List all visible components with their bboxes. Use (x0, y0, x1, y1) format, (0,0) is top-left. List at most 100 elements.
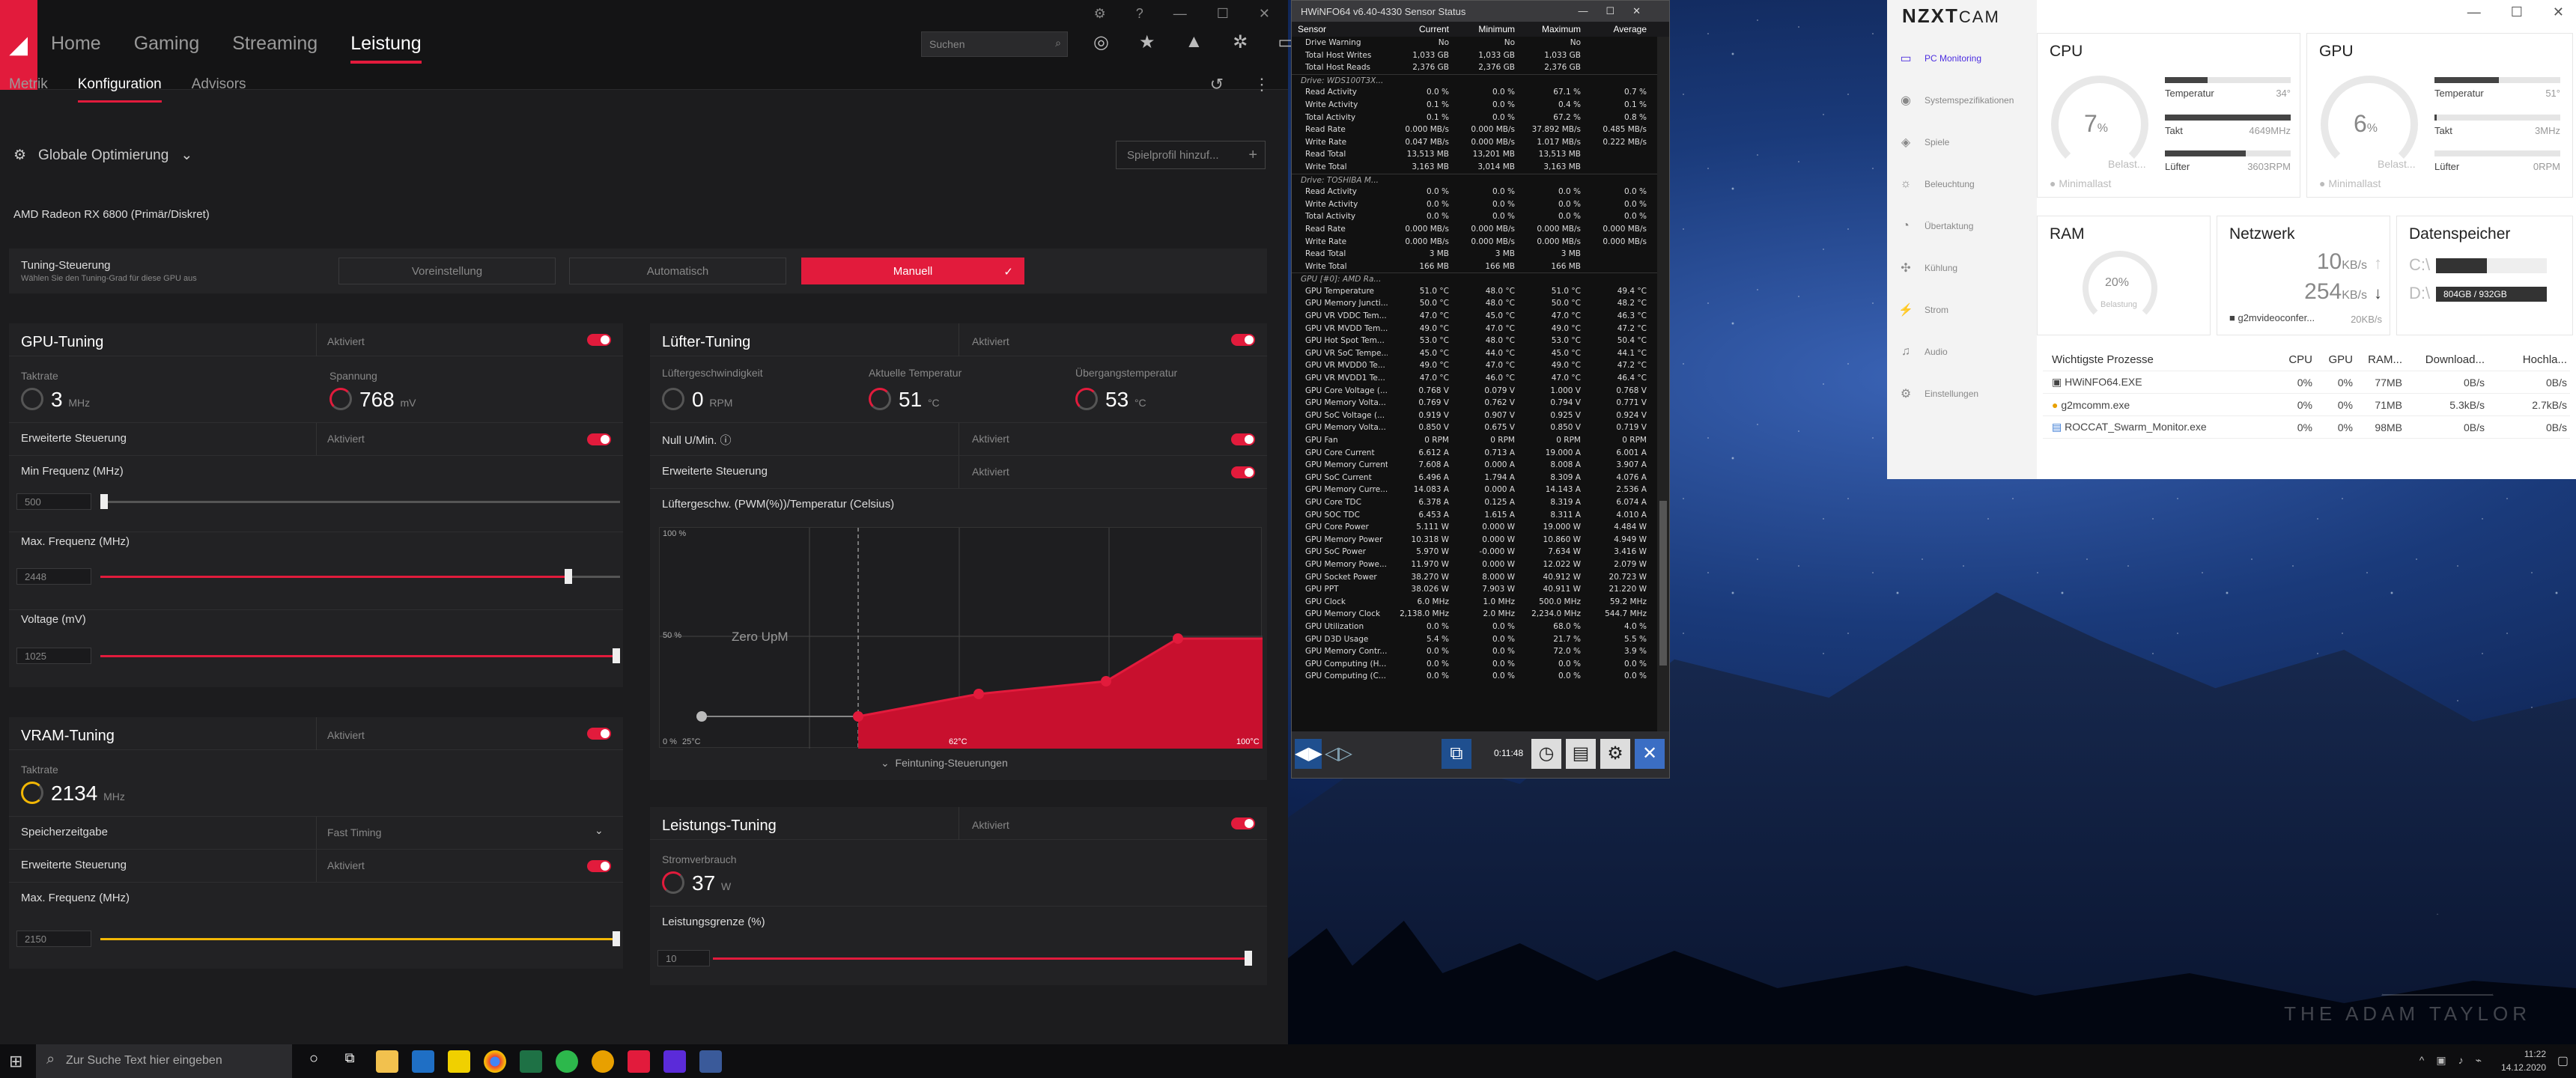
cpu-card[interactable]: CPU 7% Belast... ● Minimallast Temperatu… (2037, 33, 2300, 198)
slider-thumb[interactable] (613, 931, 620, 946)
hwinfo-sensor-row[interactable]: Read Rate 0.000 MB/s 0.000 MB/s 37.892 MB/s… (1292, 124, 1657, 136)
task-view-icon[interactable]: ⧉ (338, 1050, 361, 1073)
hwinfo-sensor-row[interactable]: GPU Core Current 6.612 A 0.713 A 19.000 A 6.… (1292, 447, 1657, 460)
hwinfo-sensor-row[interactable]: GPU PPT 38.026 W 7.903 W 40.911 W 21.220 W (1292, 583, 1657, 596)
hwinfo-taskbar-icon[interactable] (699, 1050, 722, 1073)
excel-icon[interactable] (520, 1050, 542, 1073)
outlook-icon[interactable] (412, 1050, 434, 1073)
reset-icon[interactable]: ↺ (1210, 75, 1224, 94)
voltage-slider[interactable] (100, 648, 620, 663)
hwinfo-sensor-row[interactable]: Read Total 3 MB 3 MB 3 MB (1292, 248, 1657, 261)
hwinfo-sensor-row[interactable]: GPU VR MVDD Tem... 49.0 °C 47.0 °C 49.0 °C 4… (1292, 323, 1657, 335)
hwinfo-sensor-row[interactable]: GPU Hot Spot Tem... 53.0 °C 48.0 °C 53.0 °C… (1292, 335, 1657, 347)
speicher-select[interactable]: Fast Timing (327, 826, 381, 838)
windows-start-icon[interactable]: ⊞ (9, 1052, 22, 1071)
col-maximum[interactable]: Maximum (1519, 24, 1585, 37)
hwinfo-group-row[interactable]: GPU [#0]: AMD Ra... (1292, 272, 1657, 285)
col-sensor[interactable]: Sensor (1292, 24, 1388, 37)
hwinfo-sensor-row[interactable]: GPU VR MVDD0 Te... 49.0 °C 47.0 °C 49.0 °C 4… (1292, 359, 1657, 372)
proc-col-download[interactable]: Download... (2402, 353, 2485, 366)
gotomeeting-icon[interactable] (592, 1050, 614, 1073)
fan-toggle[interactable] (1231, 334, 1255, 346)
netzwerk-card[interactable]: Netzwerk 10KB/s ↑ 254KB/s ↓ ■ g2mvideoco… (2217, 216, 2390, 335)
feintuning-toggle[interactable]: ⌄ Feintuning-Steuerungen (881, 757, 1008, 770)
nav-spiele[interactable]: ◈ Spiele (1898, 121, 2014, 163)
curve-point-4[interactable] (1173, 633, 1183, 644)
hwinfo-sensor-row[interactable]: Total Activity 0.1 % 0.0 % 67.2 % 0.8 % (1292, 112, 1657, 124)
proc-col-gpu[interactable]: GPU (2312, 353, 2353, 366)
hwinfo-window-controls[interactable]: —☐✕ (1578, 5, 1659, 17)
notification-icon[interactable]: ▢ (2557, 1053, 2569, 1068)
table-row[interactable]: ▤ ROCCAT_Swarm_Monitor.exe 0% 0% 98MB 0B… (2043, 416, 2570, 439)
tuning-automatisch-button[interactable]: Automatisch (569, 258, 786, 284)
hwinfo-sensor-row[interactable]: Write Rate 0.047 MB/s 0.000 MB/s 1.017 MB/s… (1292, 136, 1657, 149)
max-freq-slider[interactable] (100, 569, 620, 584)
report-icon[interactable]: ▤ (1566, 739, 1596, 769)
nav-beleuchtung[interactable]: ☼ Beleuchtung (1898, 163, 2014, 205)
null-toggle[interactable] (1231, 433, 1255, 445)
hwinfo-sensor-row[interactable]: GPU VR MVDD1 Te... 47.0 °C 46.0 °C 47.0 °C 4… (1292, 372, 1657, 385)
nav-audio[interactable]: ♫ Audio (1898, 331, 2014, 373)
col-current[interactable]: Current (1388, 24, 1453, 37)
proc-col-cpu[interactable]: CPU (2272, 353, 2312, 366)
proc-col-ram[interactable]: RAM... (2353, 353, 2402, 366)
hwinfo-sensor-row[interactable]: GPU SoC Power 5.970 W -0.000 W 7.634 W 3.416… (1292, 546, 1657, 558)
grenze-input[interactable]: 10 (657, 950, 710, 966)
hwinfo-group-row[interactable]: Drive: WDS100T3X... (1292, 73, 1657, 87)
hwinfo-sensor-row[interactable]: Read Activity 0.0 % 0.0 % 0.0 % 0.0 % (1292, 186, 1657, 198)
hwinfo-sensor-row[interactable]: Read Activity 0.0 % 0.0 % 67.1 % 0.7 % (1292, 86, 1657, 99)
globe-icon[interactable]: ◎ (1093, 31, 1109, 53)
settings-icon[interactable]: ⚙ (1600, 739, 1630, 769)
info-icon[interactable]: ⓘ (720, 434, 732, 447)
slider-thumb[interactable] (565, 569, 572, 584)
hwinfo-sensor-row[interactable]: GPU Memory Power 10.318 W 0.000 W 10.860 W 4… (1292, 534, 1657, 546)
hwinfo-group-row[interactable]: Drive: TOSHIBA M... (1292, 173, 1657, 186)
datenspeicher-card[interactable]: Datenspeicher C:\ D:\ 804GB / 932GB (2396, 216, 2573, 335)
vram-toggle[interactable] (587, 728, 611, 740)
more-icon[interactable]: ⋮ (1254, 75, 1270, 94)
hwinfo-sensor-row[interactable]: GPU Core Voltage (... 0.768 V 0.079 V 1.000… (1292, 385, 1657, 398)
close-button[interactable]: ✕ (2553, 4, 2564, 20)
sticky-notes-icon[interactable] (448, 1050, 470, 1073)
curve-point-3[interactable] (1101, 676, 1111, 686)
close-icon[interactable]: ✕ (1635, 739, 1665, 769)
gear-icon[interactable]: ✲ (1233, 31, 1248, 53)
system-tray-icons[interactable]: ^▣♪⌁ (2419, 1054, 2494, 1067)
nzxt-cam-taskbar-icon[interactable] (663, 1050, 686, 1073)
amd-radeon-taskbar-icon[interactable] (628, 1050, 650, 1073)
fan-erw-toggle[interactable] (1231, 466, 1255, 478)
hwinfo-sensor-row[interactable]: GPU SoC Voltage (... 0.919 V 0.907 V 0.925 … (1292, 409, 1657, 422)
power-toggle[interactable] (1231, 817, 1255, 829)
slider-thumb[interactable] (613, 648, 620, 663)
hwinfo-sensor-row[interactable]: GPU VR VDDC Tem... 47.0 °C 45.0 °C 47.0 °C 4… (1292, 310, 1657, 323)
nav-right-icon[interactable]: ◁▷ (1325, 739, 1352, 769)
vram-max-input[interactable]: 2150 (16, 931, 91, 947)
hwinfo-sensor-row[interactable]: GPU Memory Volta... 0.850 V 0.675 V 0.850 V… (1292, 421, 1657, 434)
hwinfo-sensor-row[interactable]: GPU Socket Power 38.270 W 8.000 W 40.912 W 2… (1292, 571, 1657, 584)
max-freq-input[interactable]: 2448 (16, 568, 91, 585)
nav-home[interactable]: Home (51, 33, 101, 64)
file-explorer-icon[interactable] (376, 1050, 398, 1073)
hwinfo-sensor-row[interactable]: Write Total 166 MB 166 MB 166 MB (1292, 261, 1657, 273)
hwinfo-sensor-row[interactable]: GPU Core TDC 6.378 A 0.125 A 8.319 A 6.074 A (1292, 496, 1657, 509)
col-minimum[interactable]: Minimum (1453, 24, 1519, 37)
whatsapp-icon[interactable] (556, 1050, 578, 1073)
amd-search-input[interactable]: Suchen ⌕ (921, 31, 1068, 57)
maximize-button[interactable]: ☐ (2511, 4, 2523, 20)
clock-icon[interactable]: ◷ (1531, 739, 1561, 769)
voltage-input[interactable]: 1025 (16, 648, 91, 664)
hwinfo-sensor-row[interactable]: GPU Memory Clock 2,138.0 MHz 2.0 MHz 2,234.… (1292, 608, 1657, 621)
tuning-voreinstellung-button[interactable]: Voreinstellung (338, 258, 556, 284)
hwinfo-sensor-row[interactable]: GPU SOC TDC 6.453 A 1.615 A 8.311 A 4.010 A (1292, 509, 1657, 522)
hwinfo-sensor-table[interactable]: Drive Warning No No No Total Host Writes 1,03… (1292, 37, 1657, 733)
hwinfo-sensor-row[interactable]: GPU Memory Volta... 0.769 V 0.762 V 0.794 V… (1292, 397, 1657, 409)
curve-point-1[interactable] (853, 711, 863, 722)
tuning-manuell-button[interactable]: Manuell ✓ (801, 258, 1024, 284)
nav-uebertaktung[interactable]: ◔ Übertaktung (1898, 205, 2014, 247)
col-average[interactable]: Average (1585, 24, 1651, 37)
nav-systemspezifikationen[interactable]: ◉ Systemspezifikationen (1898, 79, 2014, 121)
hwinfo-sensor-row[interactable]: Write Activity 0.1 % 0.0 % 0.4 % 0.1 % (1292, 99, 1657, 112)
hwinfo-sensor-row[interactable]: Read Total 13,513 MB 13,201 MB 13,513 MB (1292, 148, 1657, 161)
table-row[interactable]: ▣ HWiNFO64.EXE 0% 0% 77MB 0B/s 0B/s (2043, 371, 2570, 394)
nav-pc-monitoring[interactable]: ▭ PC Monitoring (1898, 37, 2014, 79)
